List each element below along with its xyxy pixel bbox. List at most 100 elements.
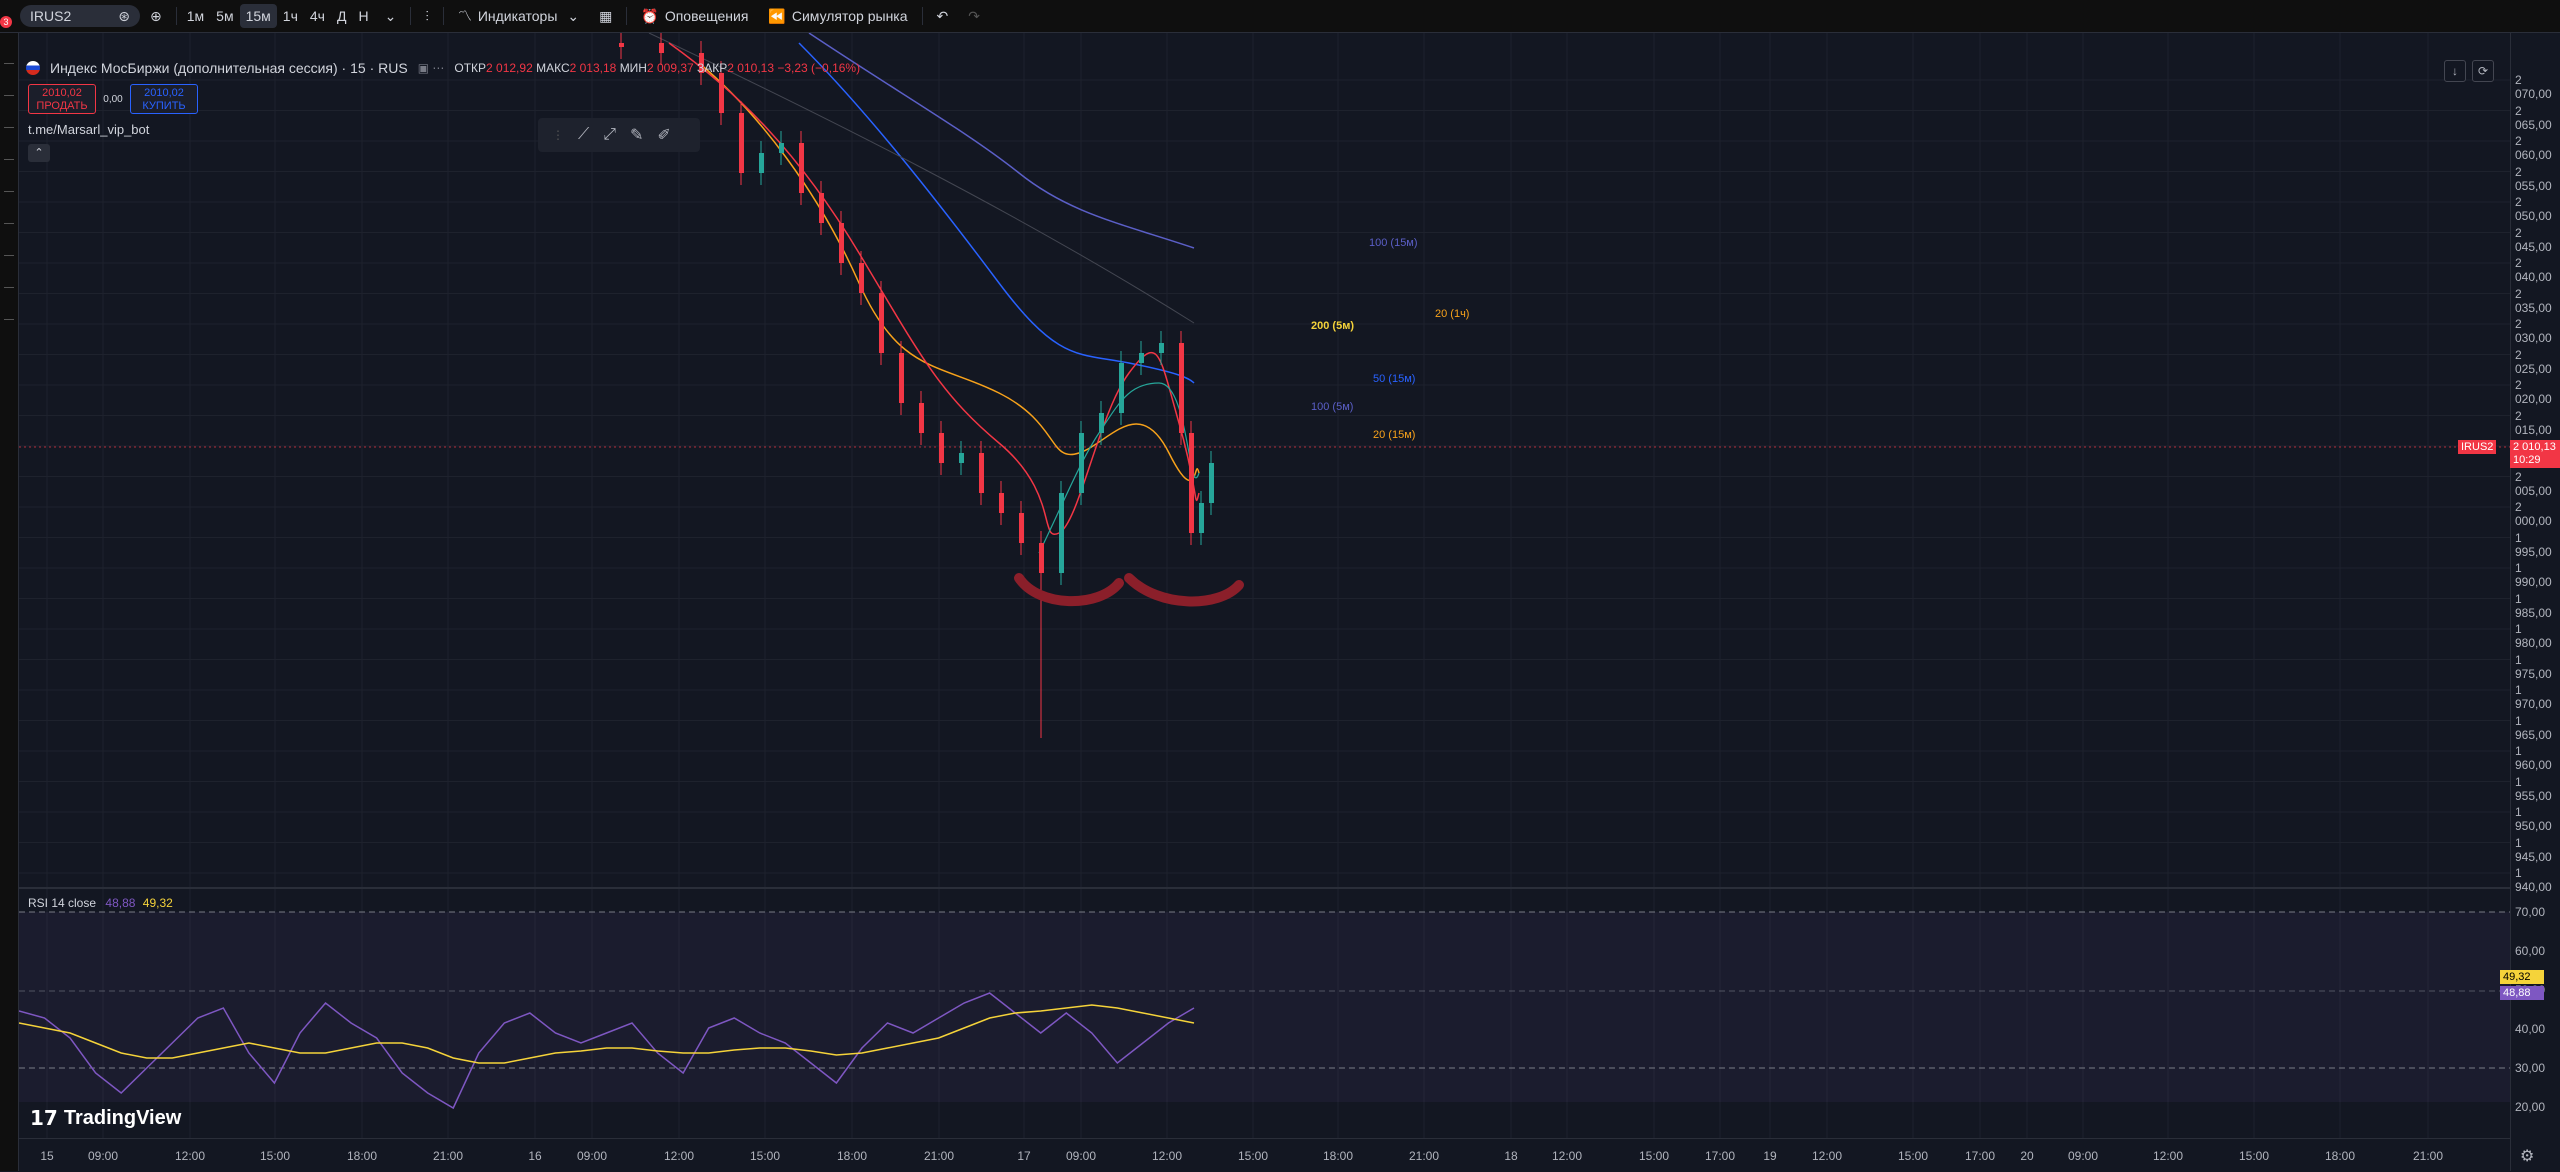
price-axis-label: 2 020,00 xyxy=(2515,378,2552,406)
price-axis-label: 2 055,00 xyxy=(2515,164,2552,193)
candle-body xyxy=(1099,413,1104,433)
rsi-axis-label: 70,00 xyxy=(2515,905,2546,919)
low-label: МИН xyxy=(619,61,647,75)
buy-button[interactable]: 2010,02 КУПИТЬ xyxy=(130,84,198,114)
last-price: 2 010,13 xyxy=(2513,441,2556,453)
price-axis-label: 1 975,00 xyxy=(2515,652,2552,681)
tool-pattern-icon[interactable] xyxy=(4,223,14,224)
russia-flag-icon xyxy=(26,61,40,75)
floating-drawing-toolbar: ⋮ ⟋ ⤢ ✎ ✐ xyxy=(538,118,700,152)
rsi-band-background xyxy=(19,912,2510,1102)
eye-icon[interactable]: ▣ ⋯ xyxy=(418,61,445,75)
timeframe-dropdown-icon[interactable]: ⌄ xyxy=(375,0,407,32)
time-axis-label: 09:00 xyxy=(87,1149,119,1163)
divider xyxy=(626,7,628,25)
price-axis-label: 1 980,00 xyxy=(2515,622,2552,650)
chart-area[interactable] xyxy=(19,33,2510,1171)
ma-label-20-15m: 20 (15м) xyxy=(1373,429,1416,441)
tool-fib-icon[interactable] xyxy=(4,127,14,128)
high-value: 2 013,18 xyxy=(569,61,617,75)
price-axis-label: 2 035,00 xyxy=(2515,286,2552,315)
sell-button[interactable]: 2010,02 ПРОДАТЬ xyxy=(28,84,96,114)
brush-tool-icon[interactable]: ✎ xyxy=(630,125,643,145)
chart-type-icon[interactable]: ⫶ xyxy=(415,0,439,32)
tool-measure-icon[interactable] xyxy=(4,255,14,256)
candle-body xyxy=(899,353,904,403)
tool-crosshair-icon[interactable] xyxy=(4,63,14,64)
replay-button[interactable]: ⏪ Симулятор рынка xyxy=(758,0,917,32)
time-axis-label: 12:00 xyxy=(1151,1149,1183,1163)
alerts-button[interactable]: ⏰ Оповещения xyxy=(631,0,758,32)
candle-body xyxy=(959,453,964,463)
ray-tool-icon[interactable]: ⤢ xyxy=(603,126,616,144)
layout-grid-icon[interactable]: ▦ xyxy=(589,0,622,32)
undo-icon[interactable]: ↶ xyxy=(927,0,959,32)
divider xyxy=(175,7,177,25)
main-chart-svg[interactable] xyxy=(19,33,2510,1138)
time-axis-label: 18:00 xyxy=(2324,1149,2356,1163)
tool-brush-icon[interactable] xyxy=(4,159,14,160)
symbol-title[interactable]: Индекс МосБиржи (дополнительная сессия) … xyxy=(50,60,408,76)
time-axis-label: 18:00 xyxy=(346,1149,378,1163)
time-axis-label: 12:00 xyxy=(663,1149,695,1163)
collapse-legend-icon[interactable]: ⌃ xyxy=(28,144,50,162)
candle-body xyxy=(859,263,864,293)
divider xyxy=(442,7,444,25)
candle-body xyxy=(1199,503,1204,533)
candle-body xyxy=(1119,363,1124,413)
chart-corner-buttons: ↓ ⟳ xyxy=(2444,60,2494,82)
rsi-label[interactable]: RSI 14 close xyxy=(28,896,96,910)
symbol-search[interactable]: IRUS2 ⊛ xyxy=(20,5,140,27)
time-axis-label: 17:00 xyxy=(1964,1149,1996,1163)
indicators-label: Индикаторы xyxy=(477,8,558,24)
chart-legend: Индекс МосБиржи (дополнительная сессия) … xyxy=(26,60,860,76)
timeframe-w[interactable]: Н xyxy=(352,4,374,28)
trendline-tool-icon[interactable]: ⟋ xyxy=(578,126,589,144)
time-axis-label: 15:00 xyxy=(749,1149,781,1163)
price-axis-label: 1 970,00 xyxy=(2515,683,2552,711)
auto-scale-icon[interactable]: ⟳ xyxy=(2472,60,2494,82)
candle-body xyxy=(1159,343,1164,353)
sell-price: 2010,02 xyxy=(42,87,82,99)
time-axis-label: 15:00 xyxy=(1237,1149,1269,1163)
time-axis-label: 12:00 xyxy=(1811,1149,1843,1163)
tool-magnet-icon[interactable] xyxy=(4,319,14,320)
compare-add-icon[interactable]: ⊕ xyxy=(140,0,172,32)
candle-body xyxy=(999,493,1004,513)
low-value: 2 009,37 xyxy=(646,61,694,75)
timeframe-1h[interactable]: 1ч xyxy=(277,4,304,28)
candle-body xyxy=(1039,543,1044,573)
notification-badge[interactable]: 3 xyxy=(0,16,12,28)
settings-gear-icon[interactable]: ⚙ xyxy=(2520,1146,2534,1166)
price-tag-symbol: IRUS2 xyxy=(2458,440,2497,454)
time-axis[interactable]: 15 09:00 12:00 15:00 18:00 21:00 16 09:00 12:00 1… xyxy=(19,1138,2510,1172)
tradingview-logo[interactable]: 𝟭𝟳 TradingView xyxy=(30,1106,181,1131)
timeframe-d[interactable]: Д xyxy=(331,4,352,28)
time-axis-label: 16 xyxy=(528,1149,542,1163)
candle-body xyxy=(1189,433,1194,533)
tool-trendline-icon[interactable] xyxy=(4,95,14,96)
timeframe-1m[interactable]: 1м xyxy=(181,4,210,28)
time-axis-label: 19 xyxy=(1763,1149,1777,1163)
timeframe-5m[interactable]: 5м xyxy=(210,4,239,28)
tool-zoom-icon[interactable] xyxy=(4,287,14,288)
symbol-info-icon[interactable]: ⊛ xyxy=(118,8,130,25)
ohlc-values: ОТКР2 012,92 МАКС2 013,18 МИН2 009,37 ЗА… xyxy=(454,61,860,75)
price-tag-value: 2 010,13 10:29 xyxy=(2510,440,2560,468)
time-axis-label: 12:00 xyxy=(174,1149,206,1163)
scroll-to-latest-icon[interactable]: ↓ xyxy=(2444,60,2466,82)
tool-text-icon[interactable] xyxy=(4,191,14,192)
price-axis-label: 1 950,00 xyxy=(2515,805,2552,833)
rsi-legend: RSI 14 close 48,88 49,32 xyxy=(28,896,173,910)
indicators-button[interactable]: 〽 Индикаторы ⌄ xyxy=(448,0,589,32)
ma-200-5m-line xyxy=(648,33,1195,324)
redo-icon[interactable]: ↷ xyxy=(958,0,990,32)
timeframe-15m[interactable]: 15м xyxy=(239,4,277,28)
drag-handle-icon[interactable]: ⋮ xyxy=(552,128,564,142)
candle-body xyxy=(739,113,744,173)
price-axis[interactable]: 2 070,00 2 065,00 2 060,00 2 055,00 2 050,00… xyxy=(2510,33,2560,1171)
candle-body xyxy=(659,43,664,53)
time-axis-label: 21:00 xyxy=(1408,1149,1440,1163)
highlighter-tool-icon[interactable]: ✐ xyxy=(657,125,670,145)
timeframe-4h[interactable]: 4ч xyxy=(304,4,331,28)
